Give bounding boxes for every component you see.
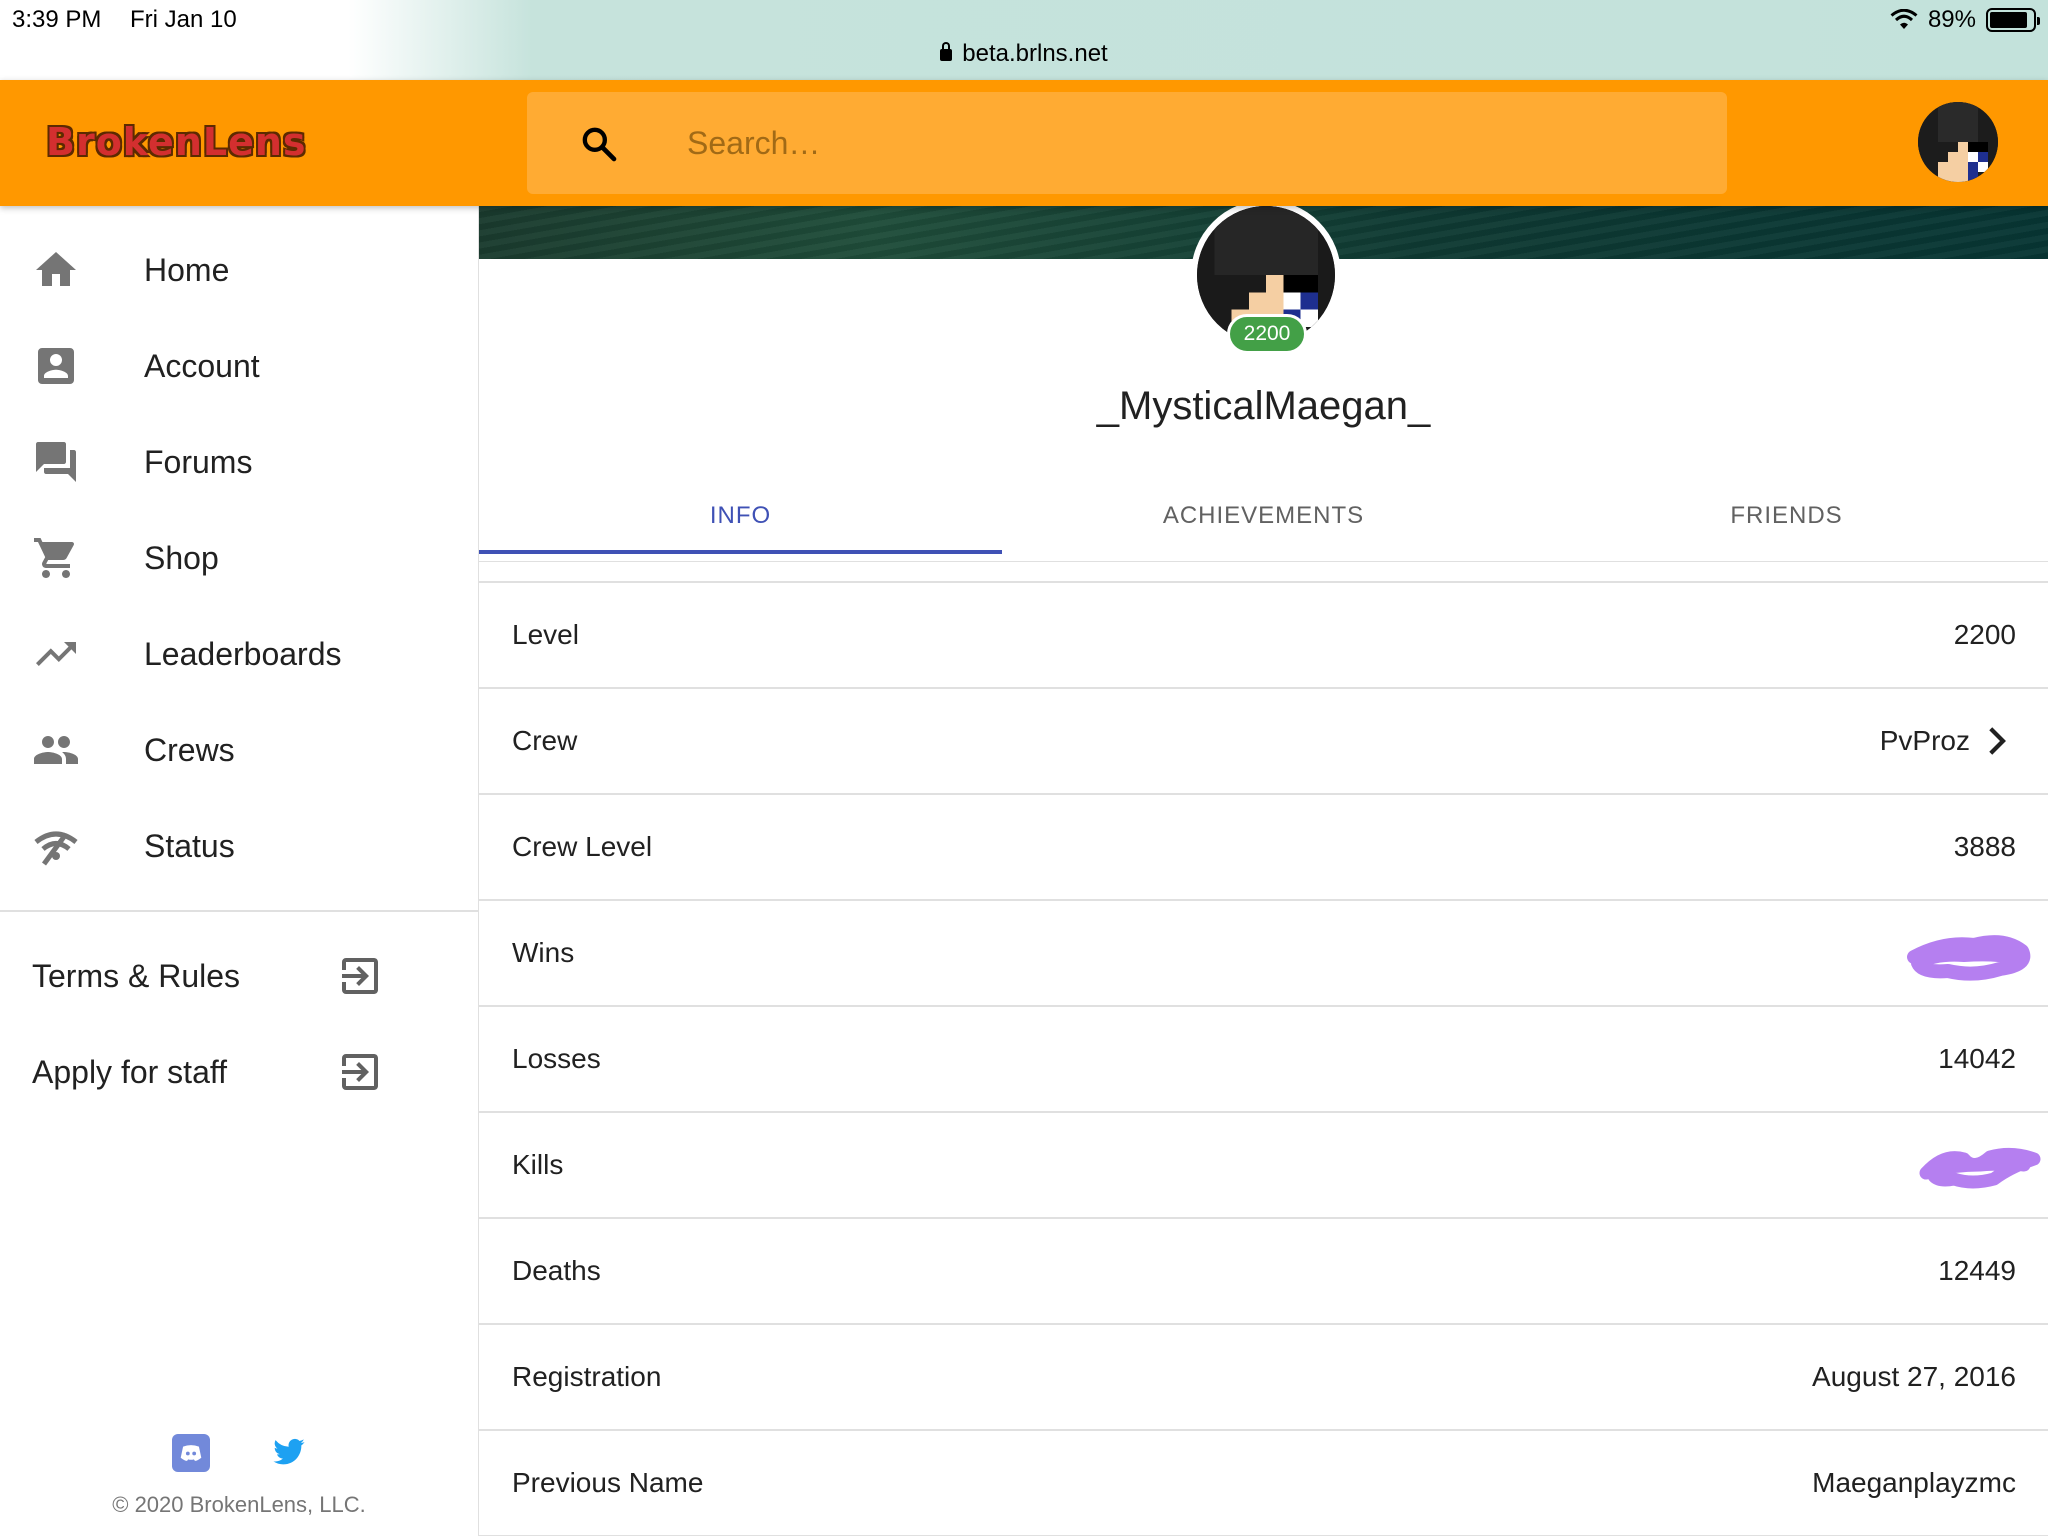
search-icon[interactable] — [579, 124, 619, 164]
info-row-crew[interactable]: Crew PvProz — [479, 689, 2048, 795]
social-links — [0, 1434, 478, 1478]
chevron-right-icon — [1989, 727, 2006, 755]
brand-logo[interactable]: BrokenLens — [46, 120, 307, 164]
info-list: Level 2200 Crew PvProz Crew Level 3888 W… — [479, 581, 2048, 1536]
tab-info[interactable]: INFO — [479, 470, 1002, 562]
status-date: Fri Jan 10 — [130, 6, 237, 33]
sidebar-item-label: Home — [144, 251, 230, 288]
link-label: Apply for staff — [32, 1053, 228, 1090]
sidebar-divider — [0, 910, 478, 912]
lock-icon — [940, 42, 953, 61]
sidebar-item-label: Crews — [144, 731, 235, 768]
info-row-deaths: Deaths 12449 — [479, 1219, 2048, 1325]
profile-main: 2200 _MysticalMaegan_ INFO ACHIEVEMENTS … — [479, 200, 2048, 1536]
info-row-registration: Registration August 27, 2016 — [479, 1325, 2048, 1431]
redaction-scribble — [1907, 935, 2031, 981]
active-tab-indicator — [479, 550, 1002, 554]
user-avatar[interactable] — [1918, 102, 1998, 182]
signal-off-icon — [34, 831, 78, 866]
search-input[interactable] — [687, 118, 1587, 168]
sidebar-item-shop[interactable]: Shop — [0, 510, 478, 606]
tab-achievements[interactable]: ACHIEVEMENTS — [1002, 470, 1525, 562]
battery-percent: 89% — [1927, 6, 1976, 33]
exit-to-app-icon — [342, 958, 378, 994]
discord-icon[interactable] — [172, 1434, 210, 1472]
forum-icon — [36, 442, 76, 482]
info-label: Registration — [512, 1361, 662, 1392]
sidebar-item-account[interactable]: Account — [0, 318, 478, 414]
info-value: 14042 — [1938, 1043, 2016, 1074]
info-label: Kills — [512, 1149, 564, 1180]
level-badge: 2200 — [1227, 314, 1307, 354]
search-bar[interactable] — [527, 92, 1727, 194]
info-row-previous-name: Previous Name Maeganplayzmc — [479, 1431, 2048, 1536]
twitter-icon[interactable] — [272, 1438, 306, 1468]
apply-staff-link[interactable]: Apply for staff — [0, 1024, 478, 1120]
info-label: Wins — [512, 937, 575, 968]
info-value: 2200 — [1953, 619, 2016, 650]
status-bar: 3:39 PM Fri Jan 10 beta.brlns.net 89% — [0, 0, 2048, 80]
info-value: 3888 — [1953, 831, 2016, 862]
info-row-crew-level: Crew Level 3888 — [479, 795, 2048, 901]
address-bar[interactable]: beta.brlns.net — [0, 40, 2048, 68]
profile-tabs: INFO ACHIEVEMENTS FRIENDS — [479, 470, 2048, 562]
battery-icon — [1986, 8, 2040, 32]
sidebar-item-leaderboards[interactable]: Leaderboards — [0, 606, 478, 702]
sidebar-item-status[interactable]: Status — [0, 798, 478, 894]
sidebar-item-label: Leaderboards — [144, 635, 342, 672]
info-value: August 27, 2016 — [1812, 1361, 2016, 1392]
status-indicators: 89% — [1890, 6, 2040, 34]
info-label: Crew Level — [512, 831, 653, 862]
copyright-text: © 2020 BrokenLens, LLC. — [112, 1492, 366, 1517]
info-label: Losses — [512, 1043, 601, 1074]
info-row-level: Level 2200 — [479, 583, 2048, 689]
tab-friends[interactable]: FRIENDS — [1525, 470, 2048, 562]
info-row-losses: Losses 14042 — [479, 1007, 2048, 1113]
app-bar: BrokenLens — [0, 80, 2048, 206]
info-label: Level — [512, 619, 579, 650]
sidebar-item-label: Shop — [144, 539, 219, 576]
sidebar-item-home[interactable]: Home — [0, 222, 478, 318]
info-row-wins: Wins — [479, 901, 2048, 1007]
info-row-kills: Kills — [479, 1113, 2048, 1219]
info-value: Maeganplayzmc — [1812, 1467, 2016, 1498]
sidebar: Home Account Forums Shop Leaderboards Cr… — [0, 206, 479, 1536]
home-icon — [36, 252, 76, 286]
trending-up-icon — [36, 642, 76, 666]
account-box-icon — [38, 348, 74, 384]
info-label: Previous Name — [512, 1467, 704, 1498]
exit-to-app-icon — [342, 1054, 378, 1090]
sidebar-item-label: Status — [144, 827, 235, 864]
people-icon — [34, 736, 78, 764]
info-value: PvProz — [1879, 725, 1970, 756]
cart-icon — [34, 538, 75, 578]
sidebar-item-forums[interactable]: Forums — [0, 414, 478, 510]
wifi-icon — [1890, 9, 1918, 29]
profile-username: _MysticalMaegan_ — [1096, 384, 1431, 428]
sidebar-item-label: Account — [144, 347, 260, 384]
terms-rules-link[interactable]: Terms & Rules — [0, 928, 478, 1024]
info-value: 12449 — [1938, 1255, 2016, 1286]
info-label: Crew — [512, 725, 578, 756]
status-time: 3:39 PM — [12, 6, 102, 33]
url-text: beta.brlns.net — [962, 40, 1108, 67]
sidebar-item-crews[interactable]: Crews — [0, 702, 478, 798]
sidebar-item-label: Forums — [144, 443, 253, 480]
redaction-scribble — [1919, 1147, 2041, 1189]
link-label: Terms & Rules — [32, 957, 241, 994]
info-label: Deaths — [512, 1255, 601, 1286]
